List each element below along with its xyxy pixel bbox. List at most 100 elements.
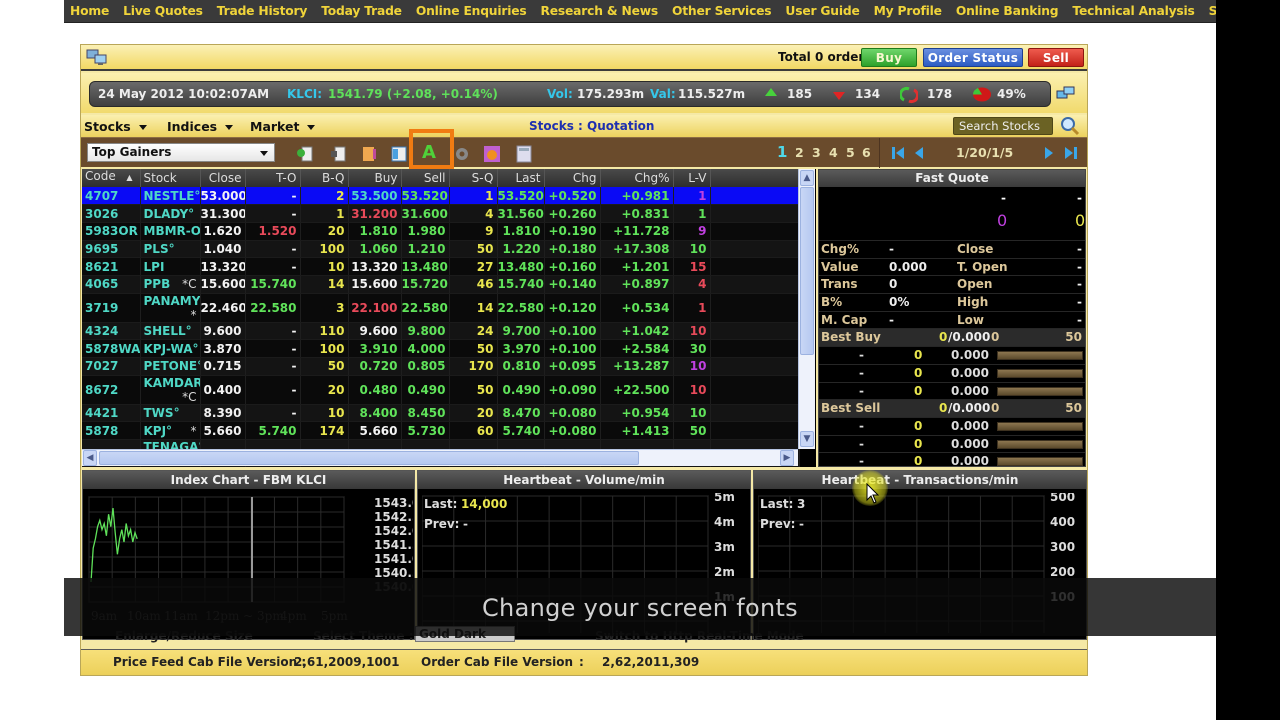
- cell-stock: SHELL°: [140, 322, 201, 341]
- folder-icon[interactable]: [360, 145, 378, 163]
- table-row[interactable]: 4707 NESTLE° 53.000-2 53.500 53.520 1 53.520 +0…: [82, 187, 800, 206]
- cell-to: -: [245, 187, 301, 206]
- decliners-down-arrow-icon: [833, 92, 845, 100]
- table-row[interactable]: 3719PANAMY°*22.46022.580322.10022.580142…: [82, 293, 800, 323]
- column-header-stock[interactable]: Stock: [140, 169, 201, 187]
- nav-technical-analysis[interactable]: Technical Analysis: [1072, 4, 1194, 18]
- previous-page-icon[interactable]: [913, 146, 925, 160]
- depth-level-row: - 0 0.000: [819, 381, 1085, 400]
- cell-chgp: +22.500: [600, 375, 674, 405]
- sell-button[interactable]: Sell: [1028, 48, 1084, 67]
- column-header-b-q[interactable]: B-Q: [300, 169, 349, 187]
- add-to-watchlist-icon[interactable]: [296, 145, 314, 163]
- table-row[interactable]: 4065 PPB *C 15.600 15.740 14 15.600 15.720 46 15.…: [82, 275, 800, 294]
- cell-chgp: +17.308: [600, 240, 674, 259]
- column-header-label: L-V: [688, 171, 707, 185]
- market-menu[interactable]: Market: [250, 119, 316, 134]
- column-header-last[interactable]: Last: [497, 169, 545, 187]
- cell-chg: +0.190: [544, 222, 601, 241]
- last-page-icon[interactable]: [1064, 146, 1078, 160]
- order-status-button[interactable]: Order Status: [923, 48, 1023, 67]
- nav-home[interactable]: Home: [70, 4, 109, 18]
- page-2[interactable]: 2: [795, 145, 804, 160]
- page-1[interactable]: 1: [777, 143, 787, 161]
- indices-menu[interactable]: Indices: [167, 119, 234, 134]
- stocks-menu[interactable]: Stocks: [84, 119, 147, 134]
- y-tick-label: 2m: [714, 565, 735, 579]
- column-header-code[interactable]: Code ▲: [82, 169, 141, 187]
- table-row[interactable]: 8672KAMDAR°*C0.400-200.4800.490500.490+0…: [82, 375, 800, 405]
- nav-online-banking[interactable]: Online Banking: [956, 4, 1059, 18]
- nav-user-guide[interactable]: User Guide: [785, 4, 859, 18]
- nav-other-services[interactable]: Other Services: [672, 4, 772, 18]
- page-4[interactable]: 4: [829, 145, 838, 160]
- depth-level: -: [859, 418, 864, 433]
- nav-today-trade[interactable]: Today Trade: [321, 4, 402, 18]
- list-type-dropdown[interactable]: Top Gainers: [87, 143, 275, 162]
- page-3[interactable]: 3: [812, 145, 821, 160]
- column-header-t-o[interactable]: T-O: [245, 169, 301, 187]
- table-row[interactable]: 8621 LPI 13.320-10 13.320 13.480 27 13.480 +0.1…: [82, 257, 800, 276]
- scroll-down-icon[interactable]: ▼: [800, 431, 814, 447]
- transactions-last-value: 3: [797, 497, 806, 511]
- column-header-buy[interactable]: Buy: [348, 169, 402, 187]
- page-6[interactable]: 6: [862, 145, 871, 160]
- cell-chg: +0.095: [544, 357, 601, 376]
- computer-icon[interactable]: [86, 49, 108, 66]
- column-header-l-v[interactable]: L-V: [673, 169, 711, 187]
- horizontal-scroll-thumb[interactable]: [99, 451, 639, 465]
- cell-close: 53.000: [200, 187, 246, 206]
- scroll-left-icon[interactable]: ◀: [83, 450, 97, 466]
- settings-gear-icon[interactable]: [453, 145, 471, 163]
- table-row[interactable]: 9695 PLS° 1.040-100 1.060 1.210 50 1.220 +0.180…: [82, 240, 800, 259]
- table-row[interactable]: 4324 SHELL° 9.600-110 9.600 9.800 24 9.700 +0.1…: [82, 322, 800, 341]
- page-5[interactable]: 5: [846, 145, 855, 160]
- nav-my-profile[interactable]: My Profile: [874, 4, 942, 18]
- fast-quote-label: Open: [957, 277, 993, 292]
- order-version-label: Order Cab File Version: [421, 655, 574, 669]
- column-header-s-q[interactable]: S-Q: [449, 169, 498, 187]
- next-page-icon[interactable]: [1043, 146, 1055, 160]
- table-row[interactable]: 7027 PETONE° 0.715-50 0.720 0.805 170 0.810 +0.…: [82, 357, 800, 376]
- market-pie-icon: [972, 87, 991, 102]
- theme-settings-icon[interactable]: [483, 145, 501, 163]
- nav-research-news[interactable]: Research & News: [541, 4, 659, 18]
- stock-name: TWS°: [143, 406, 180, 421]
- cell-buy: 1.810: [348, 222, 402, 241]
- scroll-right-icon[interactable]: ▶: [780, 450, 794, 466]
- search-stocks-input[interactable]: Search Stocks: [953, 117, 1053, 135]
- vertical-scrollbar[interactable]: ▲ ▼: [798, 169, 815, 449]
- cell-lv: 10: [673, 404, 711, 423]
- column-header-sell[interactable]: Sell: [401, 169, 450, 187]
- search-icon[interactable]: [1060, 116, 1080, 136]
- horizontal-scrollbar[interactable]: ◀ ▶: [82, 449, 798, 466]
- table-row[interactable]: 3026 DLADY° 31.300-1 31.200 31.600 4 31.560 +0.…: [82, 204, 800, 223]
- column-header-close[interactable]: Close: [200, 169, 246, 187]
- buy-button[interactable]: Buy: [861, 48, 917, 67]
- font-icon[interactable]: A: [422, 142, 436, 163]
- best-sell-label: Best Sell: [821, 401, 881, 416]
- network-status-icon[interactable]: [1056, 86, 1076, 102]
- table-row[interactable]: 4421 TWS° 8.390-10 8.400 8.450 20 8.470 +0.080 +…: [82, 404, 800, 423]
- list-type-selected: Top Gainers: [92, 145, 172, 159]
- vertical-scroll-thumb[interactable]: [800, 187, 814, 355]
- scroll-up-icon[interactable]: ▲: [800, 170, 814, 186]
- stock-name: LPI: [143, 259, 165, 274]
- cell-bq: 1: [300, 204, 349, 223]
- cell-chg: +0.520: [544, 187, 601, 206]
- cell-buy: 9.600: [348, 322, 402, 341]
- nav-online-enquiries[interactable]: Online Enquiries: [416, 4, 527, 18]
- nav-trade-history[interactable]: Trade History: [217, 4, 308, 18]
- first-page-icon[interactable]: [891, 146, 905, 160]
- depth-level-row: - 0 0.000: [819, 452, 1085, 470]
- column-header-chg-[interactable]: Chg%: [600, 169, 674, 187]
- layout-icon[interactable]: [390, 145, 408, 163]
- nav-live-quotes[interactable]: Live Quotes: [123, 4, 203, 18]
- print-icon[interactable]: [329, 145, 347, 163]
- table-row[interactable]: 5983ORMBMR-OR°1.6201.520201.8101.98091.8…: [82, 222, 800, 241]
- calculator-icon[interactable]: [515, 145, 533, 163]
- table-row[interactable]: 5878WA KPJ-WA° 3.870-100 3.910 4.000 50 3.970 +…: [82, 339, 800, 358]
- cell-last: 31.560: [497, 204, 545, 223]
- column-header-chg[interactable]: Chg: [544, 169, 601, 187]
- table-row[interactable]: 5878 KPJ° * 5.660 5.740 174 5.660 5.730 60 5.740 +…: [82, 421, 800, 441]
